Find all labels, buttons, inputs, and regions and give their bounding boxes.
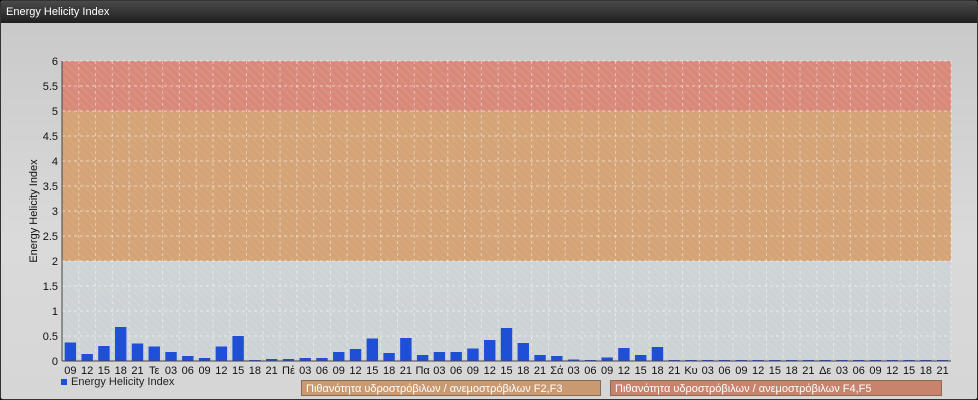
x-tick-label: 21 (936, 365, 948, 377)
bar (634, 355, 647, 361)
x-tick-label: 03 (567, 365, 579, 377)
x-tick-label: Πέ (282, 365, 295, 377)
bar (383, 353, 395, 361)
x-tick-label: 09 (601, 365, 613, 377)
x-tick-label: 12 (349, 365, 361, 377)
x-tick-label: 18 (786, 365, 798, 377)
x-tick-label: 21 (266, 365, 278, 377)
bar (349, 349, 362, 361)
x-tick-label: 09 (198, 365, 210, 377)
x-tick-label: 21 (802, 365, 814, 377)
x-tick-label: 12 (215, 365, 227, 377)
x-tick-label: Σά (550, 365, 564, 377)
bar (416, 355, 429, 361)
bar (366, 338, 379, 361)
y-axis-label: Energy Helicity Index (28, 159, 40, 263)
y-tick-label: 1.5 (43, 281, 58, 293)
x-tick-label: 15 (366, 365, 378, 377)
bar (484, 340, 496, 361)
x-tick-label: 21 (400, 365, 412, 377)
bar (182, 356, 194, 361)
x-tick-label: 09 (735, 365, 747, 377)
y-tick-label: 3 (52, 206, 58, 218)
x-tick-label: 09 (869, 365, 881, 377)
bar (618, 348, 630, 361)
bar (467, 348, 479, 361)
bar (98, 346, 110, 361)
bar (500, 328, 513, 361)
x-tick-label: 18 (383, 365, 395, 377)
y-tick-label: 4.5 (43, 131, 58, 143)
band-legend-f4f5: Πιθανότητα υδροστρόβιλων / ανεμοστρόβιλω… (610, 380, 942, 396)
y-tick-label: 2 (52, 256, 58, 268)
bar (131, 343, 144, 361)
bar (517, 343, 529, 361)
bar (148, 346, 160, 361)
y-tick-label: 2.5 (43, 231, 58, 243)
bar (450, 352, 462, 361)
bar (651, 347, 664, 361)
chart-svg: 00.511.522.533.544.555.5609 12 15 18 21 Τε 03 0… (28, 56, 952, 377)
x-tick-label: 06 (718, 365, 730, 377)
x-tick-label: 12 (886, 365, 898, 377)
x-tick-label: 12 (484, 365, 496, 377)
x-tick-label: 06 (584, 365, 596, 377)
x-tick-label: 06 (450, 365, 462, 377)
bar (232, 336, 244, 361)
bar (534, 355, 546, 361)
x-tick-label: 18 (249, 365, 261, 377)
x-tick-label: 09 (467, 365, 479, 377)
y-tick-label: 4 (52, 156, 58, 168)
x-tick-label: 09 (333, 365, 345, 377)
y-tick-label: 5 (52, 106, 58, 118)
y-tick-label: 5.5 (43, 81, 58, 93)
x-tick-label: 18 (651, 365, 663, 377)
chart-window: Energy Helicity Index 0 0.5 1 1.5 2 2.5 3 3.5 4 4… (0, 0, 978, 400)
y-tick-label: 0 (52, 356, 58, 368)
y-tick-label: 3.5 (43, 181, 58, 193)
y-tick-label: 6 (52, 56, 58, 68)
x-tick-label: 21 (534, 365, 546, 377)
x-tick-label: 15 (232, 365, 244, 377)
x-tick-label: 15 (769, 365, 781, 377)
x-tick-label: 12 (752, 365, 764, 377)
x-tick-label: 06 (316, 365, 328, 377)
legend-series-label: Energy Helicity Index (71, 376, 175, 388)
y-tick-label: 0.5 (43, 331, 58, 343)
x-tick-label: 12 (618, 365, 630, 377)
bar (601, 357, 613, 361)
plot-area: 0 0.5 1 1.5 2 2.5 3 3.5 4 4.5 5 5.5 6 09 12 15 18 21 Τε 03 0… (1, 23, 977, 399)
bar (64, 342, 77, 361)
x-tick-label: 06 (182, 365, 194, 377)
band-legend-f2f3: Πιθανότητα υδροστρόβιλων / ανεμοστρόβιλω… (301, 380, 601, 396)
x-tick-label: 06 (853, 365, 865, 377)
bar (333, 352, 345, 361)
x-tick-label: 15 (903, 365, 915, 377)
series-legend[interactable]: Energy Helicity Index (61, 376, 174, 388)
x-tick-label: 15 (500, 365, 512, 377)
x-tick-label: Κυ (684, 365, 697, 377)
window-title: Energy Helicity Index (1, 1, 977, 23)
x-tick-label: 21 (668, 365, 680, 377)
bar (81, 354, 93, 361)
x-tick-label: Πα (415, 365, 430, 377)
x-tick-label: 18 (517, 365, 529, 377)
legend-swatch (61, 379, 67, 385)
x-tick-label: 18 (920, 365, 932, 377)
bar (400, 338, 412, 361)
x-tick-label: 03 (433, 365, 445, 377)
y-tick-label: 1 (52, 306, 58, 318)
x-tick-label: 03 (836, 365, 848, 377)
x-tick-label: 03 (702, 365, 714, 377)
bar (215, 346, 228, 361)
bar (115, 327, 127, 361)
bar (551, 356, 563, 361)
x-tick-label: Δε (819, 365, 831, 377)
bar (433, 352, 446, 361)
x-tick-label: 03 (299, 365, 311, 377)
x-tick-label: 15 (635, 365, 647, 377)
bar (165, 352, 177, 361)
